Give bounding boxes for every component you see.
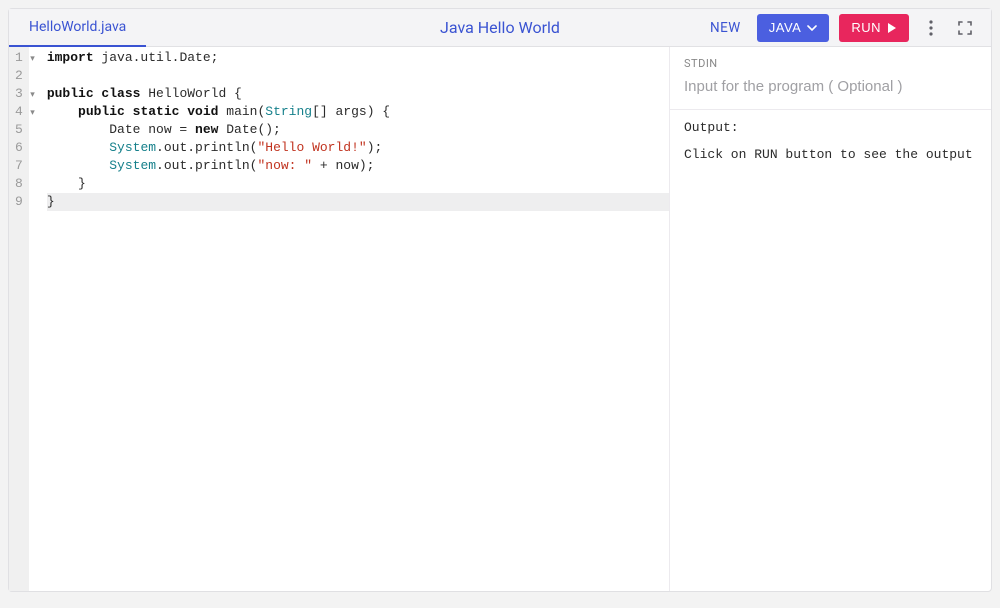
more-menu-button[interactable] xyxy=(919,16,943,40)
play-icon xyxy=(887,23,897,33)
line-number: 2 xyxy=(15,67,23,85)
code-line[interactable]: } xyxy=(47,175,669,193)
toolbar-right: NEW JAVA RUN xyxy=(710,14,991,42)
code-line[interactable]: import java.util.Date; xyxy=(47,49,669,67)
fullscreen-icon xyxy=(958,21,972,35)
main-area: 1▾23▾4▾56789 import java.util.Date; publ… xyxy=(9,47,991,591)
code-line[interactable]: System.out.println("Hello World!"); xyxy=(47,139,669,157)
line-number: 8 xyxy=(15,175,23,193)
app-frame: HelloWorld.java Java Hello World NEW JAV… xyxy=(8,8,992,592)
line-number: 9 xyxy=(15,193,23,211)
line-number: 6 xyxy=(15,139,23,157)
file-tab[interactable]: HelloWorld.java xyxy=(9,10,146,47)
stdin-label: STDIN xyxy=(684,57,977,70)
code-line[interactable] xyxy=(47,67,669,85)
new-button[interactable]: NEW xyxy=(710,20,741,36)
output-label: Output: xyxy=(684,120,977,135)
toolbar: HelloWorld.java Java Hello World NEW JAV… xyxy=(9,9,991,47)
code-line[interactable]: System.out.println("now: " + now); xyxy=(47,157,669,175)
line-number: 5 xyxy=(15,121,23,139)
code-line[interactable]: } xyxy=(47,193,669,211)
fullscreen-button[interactable] xyxy=(953,16,977,40)
code-line[interactable]: public static void main(String[] args) { xyxy=(47,103,669,121)
line-number: 4▾ xyxy=(15,103,23,121)
language-label: JAVA xyxy=(769,20,802,35)
code-editor[interactable]: 1▾23▾4▾56789 import java.util.Date; publ… xyxy=(9,47,669,591)
code-area[interactable]: import java.util.Date; public class Hell… xyxy=(29,47,669,591)
kebab-icon xyxy=(929,20,933,36)
line-gutter: 1▾23▾4▾56789 xyxy=(9,47,29,591)
output-block: Output: Click on RUN button to see the o… xyxy=(670,110,991,591)
stdin-input[interactable] xyxy=(684,78,977,95)
code-line[interactable]: public class HelloWorld { xyxy=(47,85,669,103)
line-number: 7 xyxy=(15,157,23,175)
side-panel: STDIN Output: Click on RUN button to see… xyxy=(669,47,991,591)
code-line[interactable]: Date now = new Date(); xyxy=(47,121,669,139)
stdin-block: STDIN xyxy=(670,47,991,110)
language-select-button[interactable]: JAVA xyxy=(757,14,830,42)
file-tab-label: HelloWorld.java xyxy=(29,19,126,35)
output-text: Click on RUN button to see the output xyxy=(684,147,977,162)
run-label: RUN xyxy=(851,20,881,35)
line-number: 1▾ xyxy=(15,49,23,67)
run-button[interactable]: RUN xyxy=(839,14,909,42)
chevron-down-icon xyxy=(807,25,817,31)
line-number: 3▾ xyxy=(15,85,23,103)
